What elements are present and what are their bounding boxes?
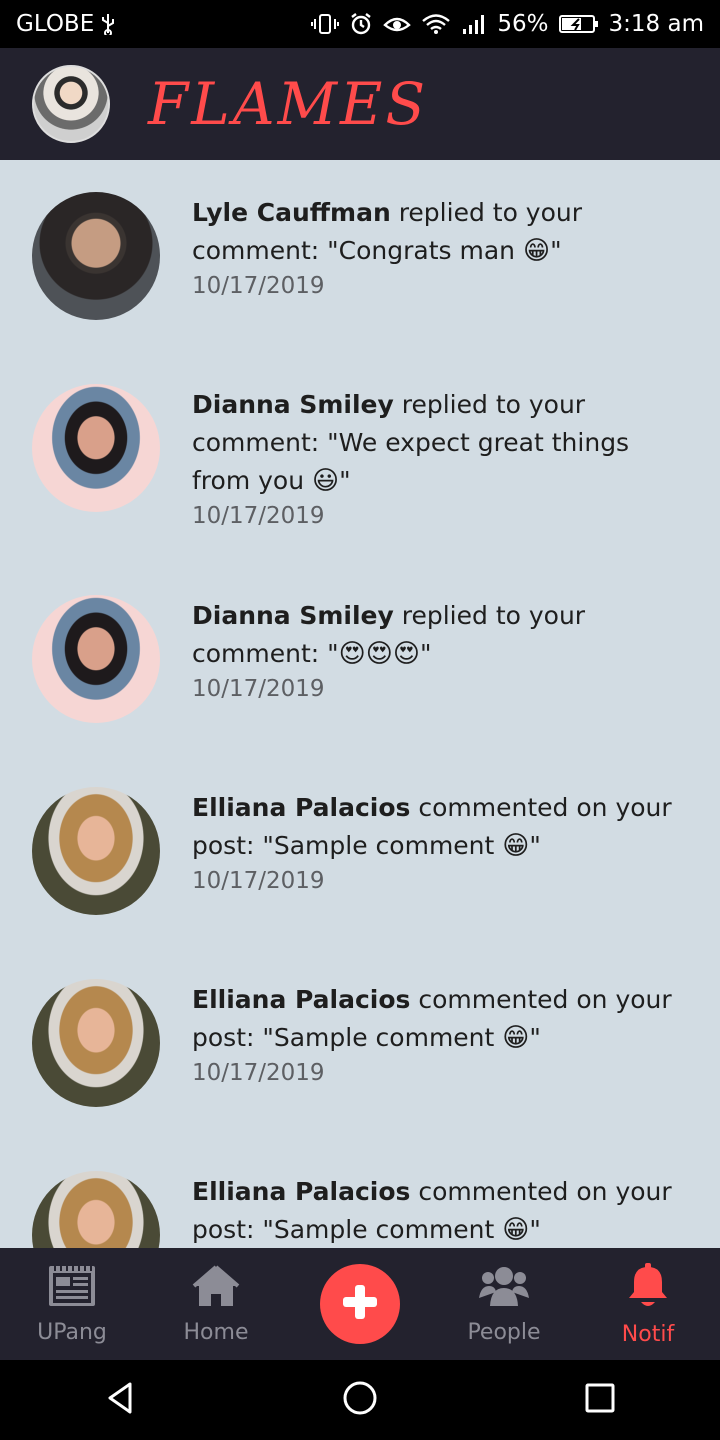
- nav-upang[interactable]: UPang: [0, 1248, 144, 1360]
- nav-home[interactable]: Home: [144, 1248, 288, 1360]
- home-icon: [191, 1264, 241, 1314]
- notification-date: 10/17/2019: [192, 1060, 325, 1086]
- nav-notif[interactable]: Notif: [576, 1248, 720, 1360]
- notification-date: 10/17/2019: [192, 676, 325, 702]
- battery-charging-icon: [558, 13, 599, 35]
- vibrate-icon: [311, 13, 340, 35]
- signal-icon: [461, 13, 487, 35]
- notification-text: Dianna Smiley replied to your comment: "…: [192, 386, 682, 532]
- avatar[interactable]: [32, 1171, 160, 1248]
- avatar[interactable]: [32, 979, 160, 1107]
- newspaper-icon: [47, 1264, 97, 1314]
- status-bar: GLOBE 56% 3:18 am: [0, 0, 720, 48]
- notification-text: Dianna Smiley replied to your comment: "…: [192, 597, 682, 705]
- usb-icon: [100, 13, 116, 35]
- notification-text: Elliana Palacios commented on your post:…: [192, 1173, 682, 1248]
- emoji: 😁: [502, 1215, 530, 1245]
- avatar[interactable]: [32, 384, 160, 512]
- battery-percent: 56%: [497, 11, 549, 37]
- quote-end: ": [550, 236, 562, 265]
- recents-icon[interactable]: [580, 1378, 620, 1422]
- avatar[interactable]: [32, 787, 160, 915]
- eye-icon: [383, 13, 412, 35]
- carrier-label: GLOBE: [16, 11, 95, 37]
- notification-date: 10/17/2019: [192, 273, 325, 299]
- user-name[interactable]: Lyle Cauffman: [192, 198, 391, 227]
- emoji: 😃: [312, 466, 340, 496]
- nav-notif-label: Notif: [621, 1321, 675, 1347]
- notification-text: Lyle Cauffman replied to your comment: "…: [192, 194, 682, 302]
- notification-text: Elliana Palacios commented on your post:…: [192, 789, 682, 897]
- people-icon: [477, 1264, 531, 1314]
- notification-date: 10/17/2019: [192, 868, 325, 894]
- user-name[interactable]: Elliana Palacios: [192, 1177, 410, 1206]
- app-header: FLAMES: [0, 48, 720, 160]
- notification-list[interactable]: Lyle Cauffman replied to your comment: "…: [0, 160, 720, 1248]
- user-name[interactable]: Elliana Palacios: [192, 793, 410, 822]
- user-name[interactable]: Dianna Smiley: [192, 390, 394, 419]
- user-name[interactable]: Dianna Smiley: [192, 601, 394, 630]
- quote-end: ": [529, 831, 541, 860]
- home-circle-icon[interactable]: [340, 1378, 380, 1422]
- add-post-button[interactable]: [320, 1264, 400, 1344]
- wifi-icon: [421, 13, 451, 35]
- quote-end: ": [529, 1215, 541, 1244]
- app-title: FLAMES: [148, 70, 429, 138]
- nav-upang-label: UPang: [37, 1319, 107, 1345]
- bottom-navigation: UPang Home People Notif: [0, 1248, 720, 1360]
- avatar[interactable]: [32, 595, 160, 723]
- quote-end: ": [419, 639, 432, 668]
- emoji: 😁: [522, 236, 551, 266]
- clock-time: 3:18 am: [608, 11, 704, 37]
- plus-icon: [340, 1282, 380, 1326]
- nav-people[interactable]: People: [432, 1248, 576, 1360]
- system-navigation-bar: [0, 1360, 720, 1440]
- emoji: 😍😍😍: [338, 639, 420, 669]
- nav-people-label: People: [467, 1319, 541, 1345]
- nav-add: [288, 1248, 432, 1360]
- emoji: 😁: [502, 1023, 530, 1053]
- nav-home-label: Home: [183, 1319, 249, 1345]
- quote-end: ": [339, 466, 351, 495]
- alarm-icon: [349, 12, 373, 36]
- user-name[interactable]: Elliana Palacios: [192, 985, 410, 1014]
- bell-icon: [626, 1262, 670, 1316]
- avatar[interactable]: [32, 192, 160, 320]
- quote-end: ": [529, 1023, 541, 1052]
- notification-text: Elliana Palacios commented on your post:…: [192, 981, 682, 1089]
- notification-date: 10/17/2019: [192, 503, 325, 529]
- back-icon[interactable]: [100, 1378, 140, 1422]
- emoji: 😁: [502, 831, 530, 861]
- profile-avatar[interactable]: [32, 65, 110, 143]
